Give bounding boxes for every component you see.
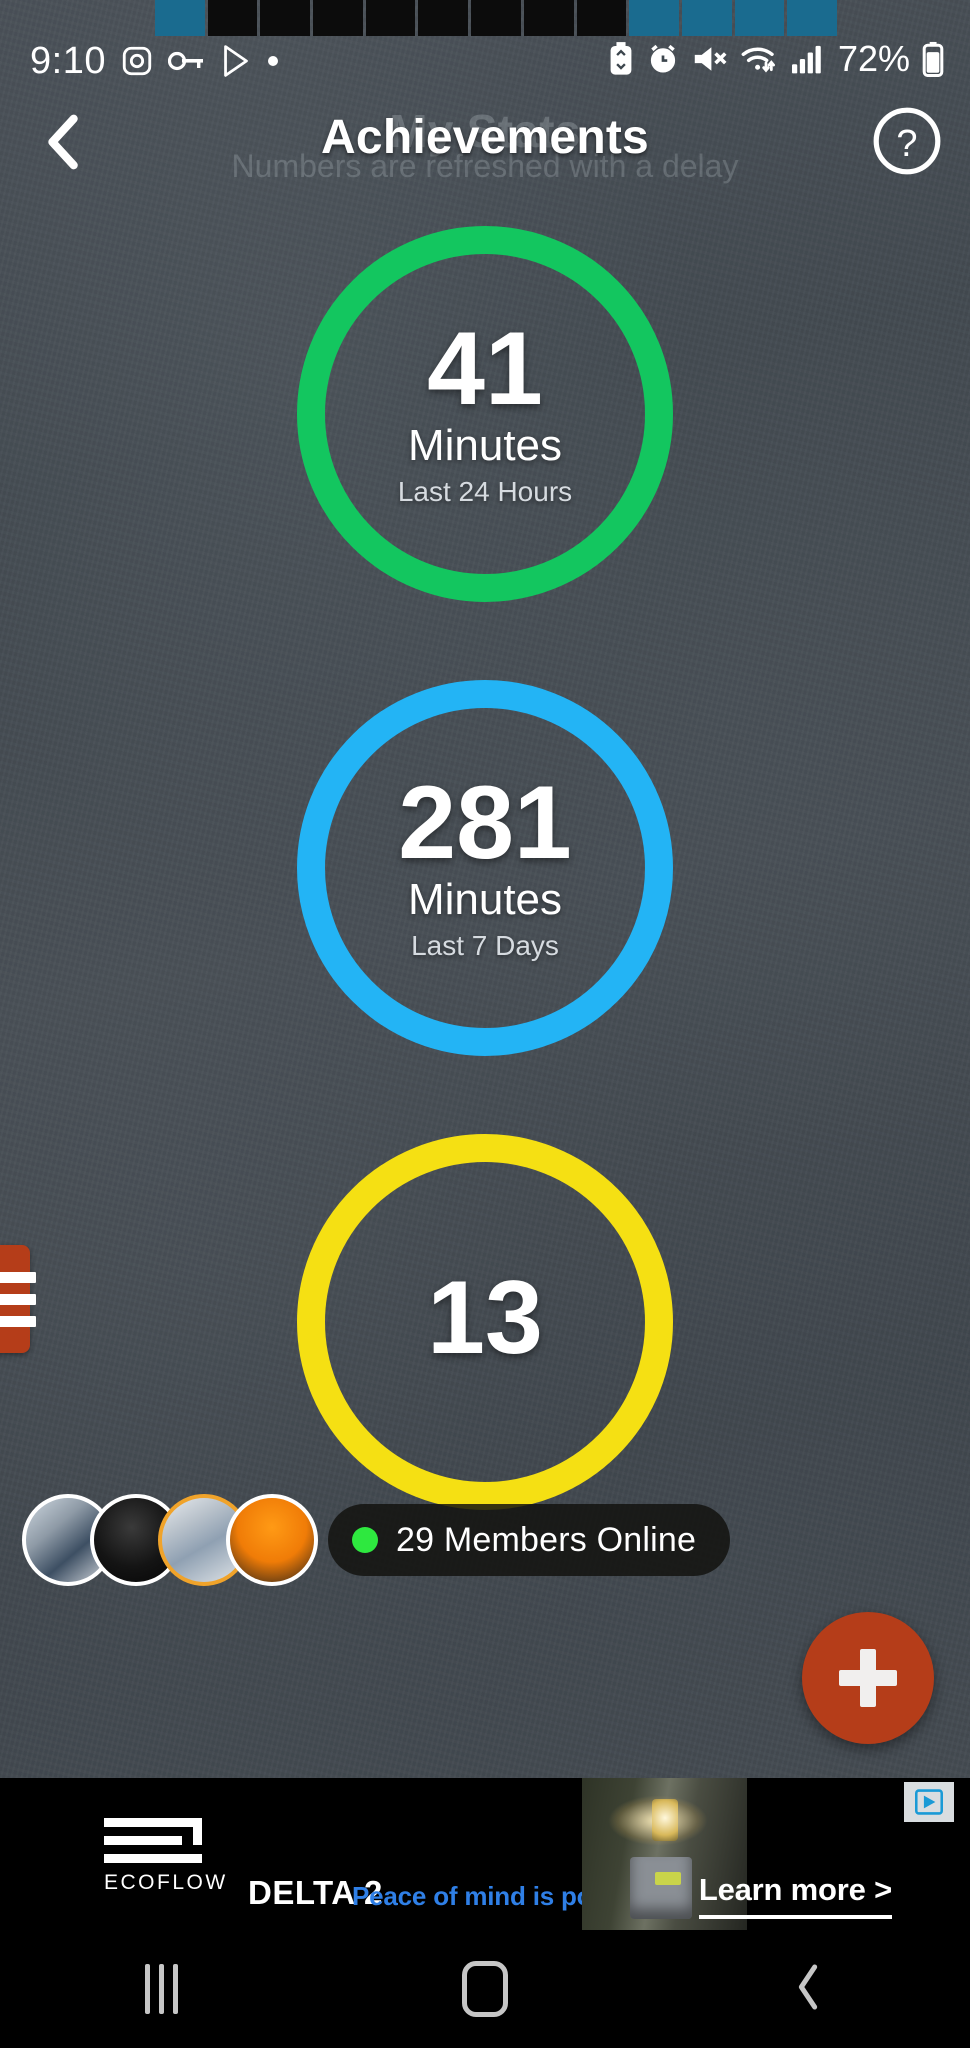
stat-value: 13 xyxy=(427,1259,543,1376)
members-online-label: 29 Members Online xyxy=(396,1520,697,1559)
battery-icon xyxy=(922,41,944,77)
status-bar-left: 9:10 xyxy=(30,42,280,80)
hamburger-menu-icon xyxy=(0,1293,36,1305)
plus-icon xyxy=(860,1649,876,1707)
ecoflow-mark-icon xyxy=(104,1818,202,1864)
nav-back-button[interactable] xyxy=(647,1930,970,2048)
stat-value: 281 xyxy=(398,764,572,881)
question-mark-circle-icon: ? xyxy=(871,105,943,182)
stat-period: Last 24 Hours xyxy=(397,475,573,507)
status-bar-right: 72% xyxy=(608,38,944,80)
phone-screen: 9:10 72% My Stats Numbers are refreshed … xyxy=(0,0,970,2048)
chevron-left-icon xyxy=(40,111,88,178)
dot-icon xyxy=(266,54,280,68)
app-header: My Stats Numbers are refreshed with a de… xyxy=(0,88,970,208)
back-chevron-icon xyxy=(793,1961,823,2018)
recents-icon xyxy=(145,1964,179,2014)
battery-saver-icon xyxy=(608,42,634,76)
stat-ring-posts-submitted[interactable]: 13 xyxy=(297,1134,673,1510)
play-store-icon xyxy=(220,44,252,78)
stat-unit: Minutes xyxy=(407,421,563,471)
stat-value: 41 xyxy=(427,310,543,427)
hamburger-menu-icon xyxy=(0,1315,36,1327)
title-stack: My Stats Numbers are refreshed with a de… xyxy=(0,88,970,208)
home-icon xyxy=(461,1961,508,2017)
alarm-icon xyxy=(646,42,680,76)
members-online-row[interactable]: 29 Members Online xyxy=(22,1494,731,1586)
vpn-key-icon xyxy=(167,46,206,76)
stat-ring-last-24-hours[interactable]: 41 Minutes Last 24 Hours xyxy=(297,226,673,602)
nav-recents-button[interactable] xyxy=(0,1930,323,2048)
adchoices-icon[interactable] xyxy=(904,1782,954,1822)
page-title: Achievements xyxy=(321,111,649,164)
nav-home-button[interactable] xyxy=(323,1930,646,2048)
lantern-graphic xyxy=(651,1799,678,1842)
hamburger-menu-icon xyxy=(0,1271,36,1283)
instagram-icon xyxy=(120,44,154,78)
ecoflow-logo: ECOFLOW xyxy=(104,1818,225,1895)
stat-unit: Minutes xyxy=(407,875,563,925)
help-button[interactable]: ? xyxy=(866,102,948,184)
mute-icon xyxy=(692,43,728,75)
stat-ring-last-7-days[interactable]: 281 Minutes Last 7 Days xyxy=(297,680,673,1056)
ad-banner[interactable]: ECOFLOW DELTA 2 Peace of mind is powerfu… xyxy=(0,1778,970,1930)
stat-period: Last 7 Days xyxy=(411,929,559,961)
back-button[interactable] xyxy=(16,96,112,192)
ecoflow-wordmark: ECOFLOW xyxy=(104,1871,228,1894)
add-button[interactable] xyxy=(802,1612,934,1744)
avatar[interactable] xyxy=(226,1494,318,1586)
drawer-handle-button[interactable] xyxy=(0,1245,36,1353)
battery-graphic xyxy=(630,1857,693,1920)
ad-learn-more-link[interactable]: Learn more > xyxy=(698,1872,892,1919)
members-online-pill[interactable]: 29 Members Online xyxy=(328,1504,731,1576)
battery-percentage: 72% xyxy=(837,38,910,79)
signal-icon xyxy=(791,43,826,75)
status-bar-clock: 9:10 xyxy=(30,40,106,82)
ad-content: ECOFLOW DELTA 2 Peace of mind is powerfu… xyxy=(0,1778,970,1930)
status-bar: 9:10 72% xyxy=(0,0,970,88)
online-status-dot xyxy=(352,1527,378,1553)
display-graphic xyxy=(654,1872,681,1886)
wifi-icon xyxy=(740,43,780,75)
android-nav-bar xyxy=(0,1930,970,2048)
svg-text:?: ? xyxy=(896,123,917,165)
